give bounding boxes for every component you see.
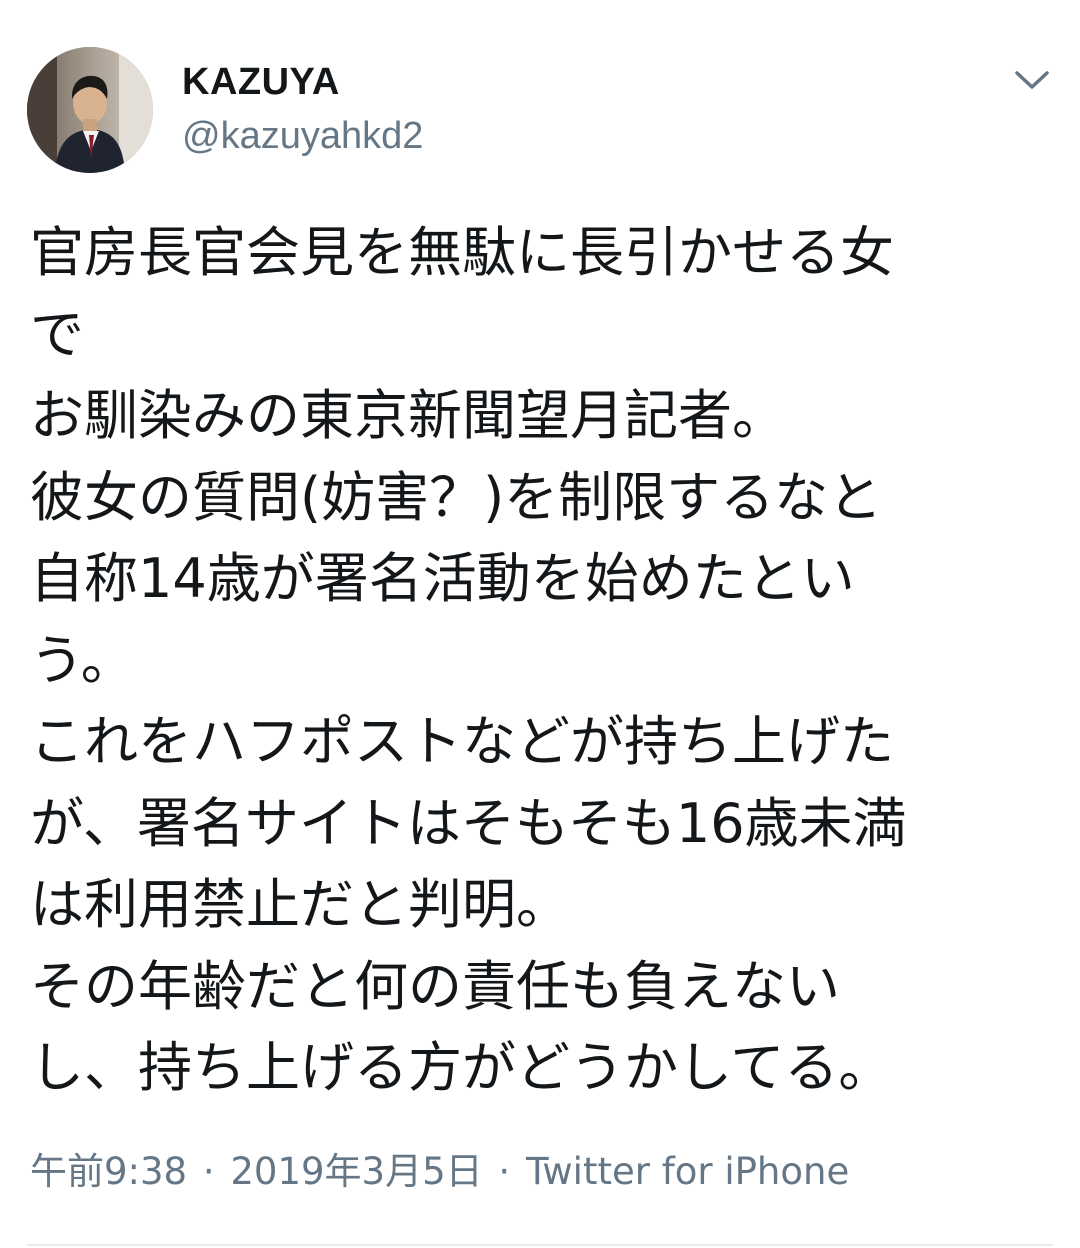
meta-separator: · xyxy=(202,1150,215,1193)
tweet-text-line: し、持ち上げる方がどうかしてる。 xyxy=(30,1036,893,1099)
tweet-text-line: これをハフポストなどが持ち上げた xyxy=(30,710,894,773)
tweet-text-line: その年齢だと何の責任も負えない xyxy=(30,954,840,1018)
tweet-text-line: 官房長官会見を無駄に長引かせる女 xyxy=(30,221,894,284)
tweet-text-line: は利用禁止だと判明。 xyxy=(30,873,570,936)
display-name[interactable]: KAZUYA xyxy=(182,58,340,106)
tweet-text-line: う。 xyxy=(30,628,135,692)
tweet-text-line: で xyxy=(30,302,84,366)
tweet-text-line: お馴染みの東京新聞望月記者。 xyxy=(30,384,786,447)
tweet-card: KAZUYA @kazuyahkd2 官房長官会見を無駄に長引かせる女 で お馴… xyxy=(0,0,1080,1248)
tweet-text-line: 彼女の質問(妨害？)を制限するなと xyxy=(30,465,883,529)
tweet-source[interactable]: Twitter for iPhone xyxy=(526,1150,849,1193)
tweet-text: 官房長官会見を無駄に長引かせる女 で お馴染みの東京新聞望月記者。 彼女の質問(… xyxy=(30,212,1060,1109)
avatar[interactable] xyxy=(27,47,153,173)
meta-separator: · xyxy=(498,1150,511,1193)
tweet-text-line: 自称14歳が署名活動を始めたとい xyxy=(30,547,855,610)
chevron-down-icon[interactable] xyxy=(1008,56,1056,104)
avatar-photo xyxy=(27,47,153,173)
divider xyxy=(27,1244,1053,1246)
tweet-text-line: が、署名サイトはそもそも16歳未満 xyxy=(30,791,907,855)
user-handle[interactable]: @kazuyahkd2 xyxy=(182,112,423,160)
tweet-metadata: 午前9:38 · 2019年3月5日 · Twitter for iPhone xyxy=(30,1146,849,1198)
tweet-date[interactable]: 2019年3月5日 xyxy=(230,1150,482,1193)
tweet-time[interactable]: 午前9:38 xyxy=(30,1150,187,1193)
